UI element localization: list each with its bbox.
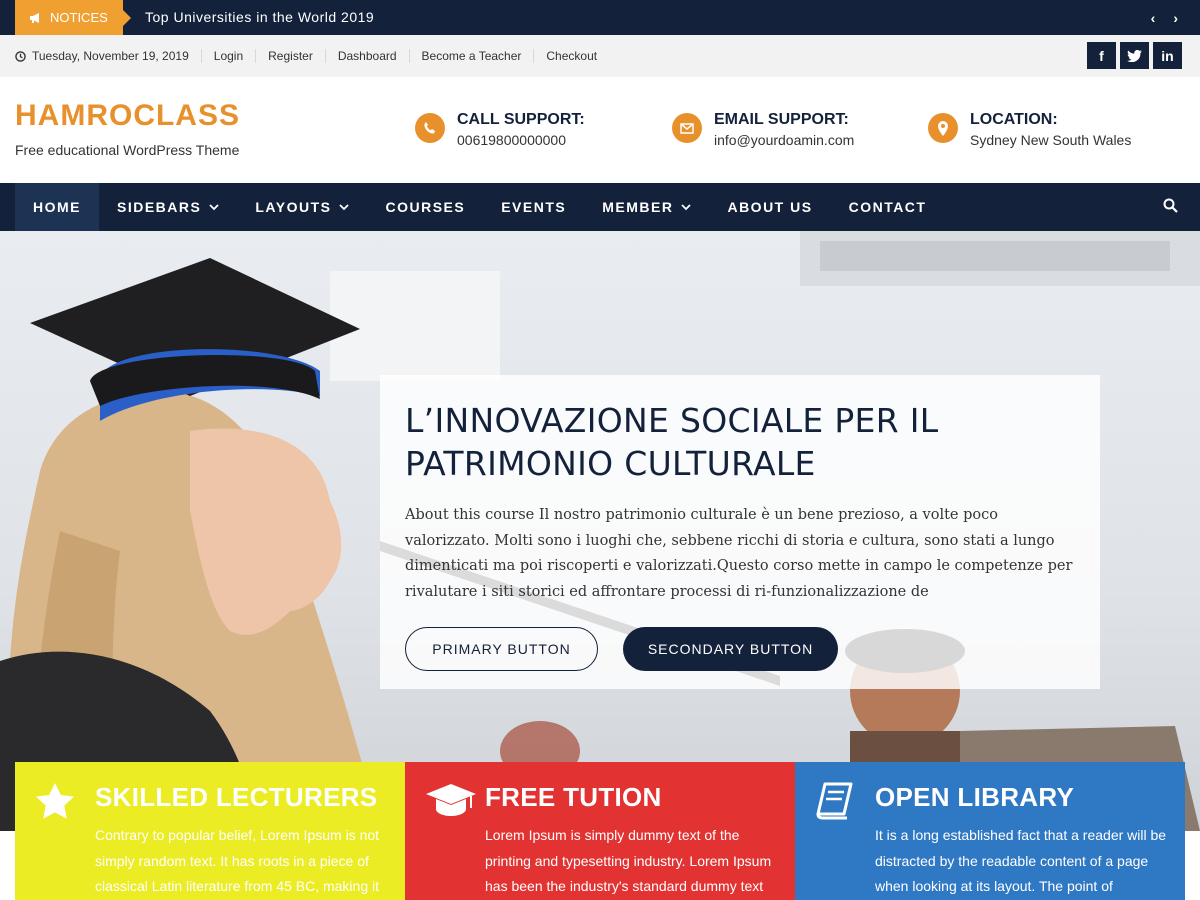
notice-text[interactable]: Top Universities in the World 2019 bbox=[145, 0, 374, 35]
nav-item-home[interactable]: HOME bbox=[15, 183, 99, 231]
social-links: f in bbox=[1087, 42, 1182, 69]
nav-label: SIDEBARS bbox=[117, 199, 202, 215]
graduation-cap-icon bbox=[425, 782, 477, 823]
nav-item-member[interactable]: MEMBER bbox=[584, 183, 709, 231]
checkout-link[interactable]: Checkout bbox=[534, 49, 609, 63]
notice-label: NOTICES bbox=[50, 10, 108, 25]
chevron-down-icon bbox=[681, 203, 692, 210]
hero-buttons: PRIMARY BUTTON SECONDARY BUTTON bbox=[405, 627, 1075, 671]
location: LOCATION: Sydney New South Wales bbox=[928, 111, 1131, 148]
feature-text: Lorem Ipsum is simply dummy text of the … bbox=[485, 827, 772, 894]
book-icon bbox=[815, 782, 855, 825]
location-value: Sydney New South Wales bbox=[970, 132, 1132, 148]
phone-icon bbox=[415, 113, 445, 143]
call-support-value: 00619800000000 bbox=[457, 132, 567, 148]
email-support-title: EMAIL SUPPORT: bbox=[714, 111, 849, 128]
feature-title: OPEN LIBRARY bbox=[875, 782, 1075, 812]
nav-label: EVENTS bbox=[501, 199, 567, 215]
search-icon[interactable] bbox=[1163, 198, 1178, 218]
feature-text: It is a long established fact that a rea… bbox=[875, 827, 1167, 894]
chevron-down-icon bbox=[209, 203, 219, 210]
dashboard-link[interactable]: Dashboard bbox=[326, 49, 410, 63]
nav-item-events[interactable]: EVENTS bbox=[483, 183, 584, 231]
clock-icon bbox=[15, 50, 26, 62]
call-support: CALL SUPPORT: 00619800000000 bbox=[415, 111, 585, 148]
hero-description: About this course Il nostro patrimonio c… bbox=[405, 507, 1073, 600]
feature-text: Contrary to popular belief, Lorem Ipsum … bbox=[95, 827, 380, 894]
date-text: Tuesday, November 19, 2019 bbox=[32, 49, 189, 63]
nav-item-about-us[interactable]: ABOUT US bbox=[709, 183, 830, 231]
hero-title: L’INNOVAZIONE SOCIALE PER IL PATRIMONIO … bbox=[405, 401, 939, 483]
secondary-button[interactable]: SECONDARY BUTTON bbox=[623, 627, 838, 671]
feature-open-library: OPEN LIBRARY It is a long established fa… bbox=[795, 762, 1185, 900]
call-support-title: CALL SUPPORT: bbox=[457, 111, 585, 128]
nav-label: HOME bbox=[33, 199, 81, 215]
twitter-icon[interactable] bbox=[1120, 42, 1149, 69]
login-link[interactable]: Login bbox=[202, 49, 257, 63]
feature-skilled-lecturers: SKILLED LECTURERS Contrary to popular be… bbox=[15, 762, 405, 900]
become-teacher-link[interactable]: Become a Teacher bbox=[410, 49, 535, 63]
notice-tag: NOTICES bbox=[15, 0, 131, 35]
hero-content-box: L’INNOVAZIONE SOCIALE PER IL PATRIMONIO … bbox=[380, 375, 1100, 689]
linkedin-icon[interactable]: in bbox=[1153, 42, 1182, 69]
envelope-icon bbox=[672, 113, 702, 143]
chevron-right-icon[interactable]: › bbox=[1173, 10, 1178, 26]
nav-item-layouts[interactable]: LAYOUTS bbox=[237, 183, 367, 231]
bullhorn-icon bbox=[30, 12, 39, 23]
nav-label: LAYOUTS bbox=[255, 199, 332, 215]
nav-label: ABOUT US bbox=[727, 199, 813, 215]
date-display: Tuesday, November 19, 2019 bbox=[15, 49, 202, 63]
nav-item-sidebars[interactable]: SIDEBARS bbox=[99, 183, 237, 231]
nav-label: CONTACT bbox=[848, 199, 927, 215]
nav-item-courses[interactable]: COURSES bbox=[367, 183, 483, 231]
top-bar: Tuesday, November 19, 2019 Login Registe… bbox=[0, 35, 1200, 77]
nav-label: MEMBER bbox=[602, 199, 674, 215]
top-links: Tuesday, November 19, 2019 Login Registe… bbox=[15, 35, 609, 77]
email-support-value: info@yourdoamin.com bbox=[714, 132, 855, 148]
nav-label: COURSES bbox=[385, 199, 466, 215]
chevron-left-icon[interactable]: ‹ bbox=[1151, 10, 1156, 26]
star-icon bbox=[35, 782, 75, 825]
site-logo[interactable]: HAMROCLASS bbox=[15, 99, 240, 133]
register-link[interactable]: Register bbox=[256, 49, 326, 63]
notice-bar: NOTICES Top Universities in the World 20… bbox=[0, 0, 1200, 35]
chevron-down-icon bbox=[339, 203, 350, 210]
site-tagline: Free educational WordPress Theme bbox=[15, 142, 240, 158]
primary-button[interactable]: PRIMARY BUTTON bbox=[405, 627, 598, 671]
facebook-icon[interactable]: f bbox=[1087, 42, 1116, 69]
site-header: HAMROCLASS Free educational WordPress Th… bbox=[0, 77, 1200, 183]
location-title: LOCATION: bbox=[970, 111, 1058, 128]
notice-nav: ‹ › bbox=[1151, 0, 1178, 35]
map-pin-icon bbox=[928, 113, 958, 143]
feature-free-tution: FREE TUTION Lorem Ipsum is simply dummy … bbox=[405, 762, 795, 900]
main-nav: HOME SIDEBARS LAYOUTS COURSES EVENTS MEM… bbox=[0, 183, 1200, 231]
hero-slider: L’INNOVAZIONE SOCIALE PER IL PATRIMONIO … bbox=[0, 231, 1200, 831]
nav-item-contact[interactable]: CONTACT bbox=[831, 183, 945, 231]
email-support: EMAIL SUPPORT: info@yourdoamin.com bbox=[672, 111, 854, 148]
feature-title: FREE TUTION bbox=[485, 782, 662, 812]
feature-title: SKILLED LECTURERS bbox=[95, 782, 378, 812]
